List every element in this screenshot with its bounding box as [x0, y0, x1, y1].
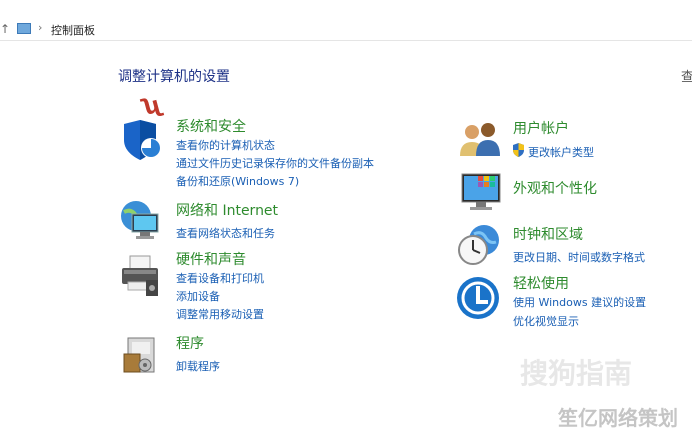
- shield-icon[interactable]: [120, 118, 164, 162]
- breadcrumb[interactable]: 控制面板: [51, 22, 95, 38]
- clock-globe-icon[interactable]: [456, 222, 502, 268]
- link-view-computer-status[interactable]: 查看你的计算机状态: [176, 137, 275, 153]
- red-annotation-mark: ʯ: [141, 92, 165, 121]
- category-title-appearance[interactable]: 外观和个性化: [513, 178, 597, 198]
- link-devices-printers[interactable]: 查看设备和打印机: [176, 270, 264, 286]
- printer-icon[interactable]: [118, 252, 164, 298]
- category-title-hardware-sound[interactable]: 硬件和声音: [176, 249, 246, 269]
- link-backup-restore[interactable]: 备份和还原(Windows 7): [176, 173, 299, 189]
- network-globe-icon[interactable]: [118, 198, 164, 244]
- category-title-network-internet[interactable]: 网络和 Internet: [176, 200, 278, 220]
- view-by-label[interactable]: 查: [681, 66, 692, 85]
- chevron-right-icon[interactable]: ›: [38, 21, 42, 34]
- category-title-user-accounts[interactable]: 用户帐户: [513, 118, 569, 138]
- brand-watermark: 笙亿网络策划: [558, 406, 678, 430]
- window-top-bar: [0, 0, 692, 18]
- users-icon[interactable]: [458, 120, 502, 160]
- category-title-system-security[interactable]: 系统和安全: [176, 116, 246, 136]
- category-title-clock-region[interactable]: 时钟和区域: [513, 224, 583, 244]
- appearance-monitor-icon[interactable]: [458, 170, 504, 214]
- category-title-programs[interactable]: 程序: [176, 333, 204, 353]
- link-change-date-time-format[interactable]: 更改日期、时间或数字格式: [513, 249, 645, 265]
- control-panel-icon: [17, 23, 31, 34]
- link-optimize-visual-display[interactable]: 优化视觉显示: [513, 313, 579, 329]
- page-title: 调整计算机的设置: [118, 69, 230, 85]
- link-change-account-type[interactable]: 更改帐户类型: [528, 144, 594, 160]
- site-watermark: 搜狗指南: [520, 357, 633, 390]
- uac-shield-icon: [513, 143, 524, 157]
- link-uninstall-program[interactable]: 卸载程序: [176, 358, 220, 374]
- link-file-history-backup[interactable]: 通过文件历史记录保存你的文件备份副本: [176, 155, 374, 171]
- ease-of-access-icon[interactable]: [456, 276, 500, 320]
- link-network-status[interactable]: 查看网络状态和任务: [176, 225, 275, 241]
- address-bar[interactable]: [0, 18, 692, 41]
- category-title-ease-of-access[interactable]: 轻松使用: [513, 273, 569, 293]
- programs-box-icon[interactable]: [120, 332, 164, 376]
- link-mobility-settings[interactable]: 调整常用移动设置: [176, 306, 264, 322]
- up-arrow-icon[interactable]: ↑: [0, 22, 10, 36]
- link-windows-recommended-settings[interactable]: 使用 Windows 建议的设置: [513, 294, 646, 310]
- link-add-device[interactable]: 添加设备: [176, 288, 220, 304]
